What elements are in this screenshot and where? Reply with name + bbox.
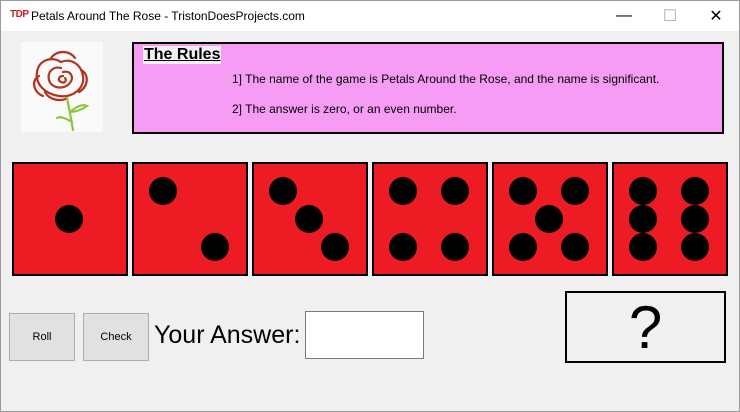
rose-icon	[33, 50, 90, 132]
die-4	[372, 162, 488, 276]
die-pip	[201, 233, 229, 261]
die-pip	[509, 233, 537, 261]
die-pip	[55, 205, 83, 233]
check-button[interactable]: Check	[83, 313, 149, 361]
maximize-button[interactable]: ☐	[647, 1, 693, 31]
die-pip	[561, 233, 589, 261]
die-pip	[269, 177, 297, 205]
die-pip	[629, 233, 657, 261]
die-pip	[681, 233, 709, 261]
title-bar: TDP Petals Around The Rose - TristonDoes…	[1, 1, 739, 31]
die-pip	[389, 177, 417, 205]
rule-2: 2] The answer is zero, or an even number…	[232, 102, 457, 116]
rule-1: 1] The name of the game is Petals Around…	[232, 72, 660, 86]
answer-label: Your Answer:	[154, 321, 301, 349]
die-5	[492, 162, 608, 276]
roll-button[interactable]: Roll	[9, 313, 75, 361]
rules-heading: The Rules	[143, 46, 222, 64]
answer-input[interactable]	[305, 311, 424, 359]
rose-logo	[21, 42, 103, 132]
app-icon: TDP	[10, 9, 29, 20]
rules-panel: The Rules 1] The name of the game is Pet…	[132, 42, 724, 134]
die-3	[252, 162, 368, 276]
die-pip	[321, 233, 349, 261]
die-pip	[629, 177, 657, 205]
app-window: TDP Petals Around The Rose - TristonDoes…	[0, 0, 740, 412]
minimize-button[interactable]: —	[601, 1, 647, 31]
die-pip	[681, 177, 709, 205]
die-pip	[509, 177, 537, 205]
die-pip	[561, 177, 589, 205]
close-button[interactable]: ✕	[693, 1, 739, 31]
die-pip	[149, 177, 177, 205]
die-pip	[681, 205, 709, 233]
die-pip	[441, 233, 469, 261]
die-6	[612, 162, 728, 276]
die-1	[12, 162, 128, 276]
die-pip	[441, 177, 469, 205]
window-title: Petals Around The Rose - TristonDoesProj…	[31, 9, 305, 23]
die-2	[132, 162, 248, 276]
die-pip	[389, 233, 417, 261]
die-pip	[535, 205, 563, 233]
die-pip	[629, 205, 657, 233]
result-display: ?	[565, 291, 726, 363]
die-pip	[295, 205, 323, 233]
